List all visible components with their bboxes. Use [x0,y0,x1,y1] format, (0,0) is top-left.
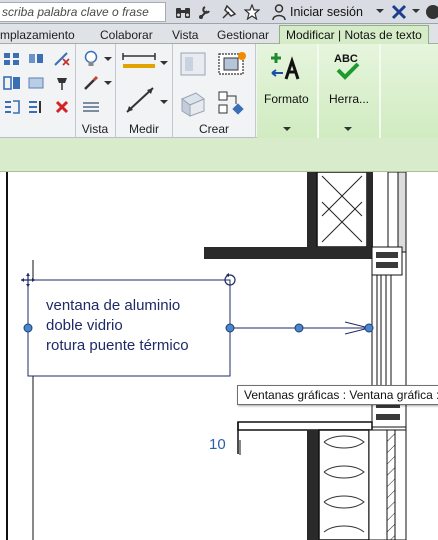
text-note-line[interactable]: ventana de aluminio [46,297,180,314]
chevron-down-icon[interactable] [412,9,420,13]
mirror-icon[interactable] [2,98,22,116]
tab-gestionar[interactable]: Gestionar [217,28,269,42]
panel-label-vista: Vista [81,122,109,136]
hover-tooltip: Ventanas gráficas : Ventana gráfica : T [237,385,438,405]
text-note-line[interactable]: rotura puente térmico [46,337,189,354]
signin-link[interactable]: Iniciar sesión [290,5,363,19]
binoculars-icon[interactable] [174,3,192,21]
split-element-icon[interactable] [52,50,72,68]
window-tag-number[interactable]: 10 [209,436,226,453]
spelling-check-icon-text: ABC [334,53,358,65]
tab-colaborar[interactable]: Colaborar [100,28,153,42]
panel-label-medir: Medir [128,122,159,136]
chevron-down-icon[interactable] [104,81,112,85]
panel-divider [75,44,76,138]
tab-emplazamiento[interactable]: mplazamiento [0,28,75,42]
panel-divider [379,44,381,138]
ribbon-tab-bar: mplazamiento Colaborar Vista Gestionar M… [0,24,438,45]
move-icon[interactable] [26,50,46,68]
spelling-check-icon[interactable]: ABC [330,50,366,82]
hide-in-view-lightbulb-icon[interactable] [80,49,102,69]
drawing-geometry [6,172,407,540]
text-note-line[interactable]: doble vidrio [46,317,123,334]
formato-button[interactable]: Formato [264,92,309,106]
text-format-icon[interactable] [269,50,303,82]
rotate-icon[interactable] [26,74,46,92]
herramientas-button[interactable]: Herra... [329,92,369,106]
contextual-panel-area: Formato ABC Herra... [257,44,438,138]
favorites-star-icon[interactable] [243,3,261,21]
delete-icon[interactable] [52,98,72,116]
pin-icon[interactable] [52,74,72,92]
title-bar: scriba palabra clave o frase Iniciar ses… [0,0,438,24]
chevron-down-icon[interactable] [344,127,352,131]
override-graphics-brush-icon[interactable] [80,73,102,93]
panel-divider [255,44,256,138]
exchange-apps-icon[interactable] [390,3,408,21]
communication-center-icon[interactable] [220,3,238,21]
search-input[interactable]: scriba palabra clave o frase [0,2,166,22]
align-icon[interactable] [2,50,22,68]
chevron-down-icon[interactable] [104,57,112,61]
array-icon[interactable] [26,98,46,116]
tab-modificar-notas-de-texto[interactable]: Modificar | Notas de texto [279,25,429,45]
ribbon: Vista Medir Crear Formato ABC Herra... [0,44,438,138]
chevron-down-icon[interactable] [376,9,384,13]
options-bar [0,138,438,172]
create-assembly-icon[interactable] [177,49,209,79]
panel-divider [317,44,319,138]
create-similar-icon[interactable] [215,88,249,118]
aligned-dimension-icon[interactable] [120,51,158,73]
panel-label-crear: Crear [198,122,229,136]
chevron-down-icon[interactable] [160,100,168,104]
tab-vista[interactable]: Vista [172,28,198,42]
create-parts-icon[interactable] [215,49,249,79]
measure-between-references-icon[interactable] [122,84,158,116]
drawing-canvas[interactable]: ventana de aluminio doble vidrio rotura … [0,172,438,540]
offset-icon[interactable] [2,74,22,92]
chevron-down-icon[interactable] [160,61,168,65]
chevron-down-icon[interactable] [283,127,291,131]
create-group-icon[interactable] [177,88,209,118]
subscription-center-icon[interactable] [197,3,215,21]
user-avatar-icon[interactable] [270,3,288,21]
linework-icon[interactable] [80,97,102,117]
help-icon[interactable] [424,3,438,21]
